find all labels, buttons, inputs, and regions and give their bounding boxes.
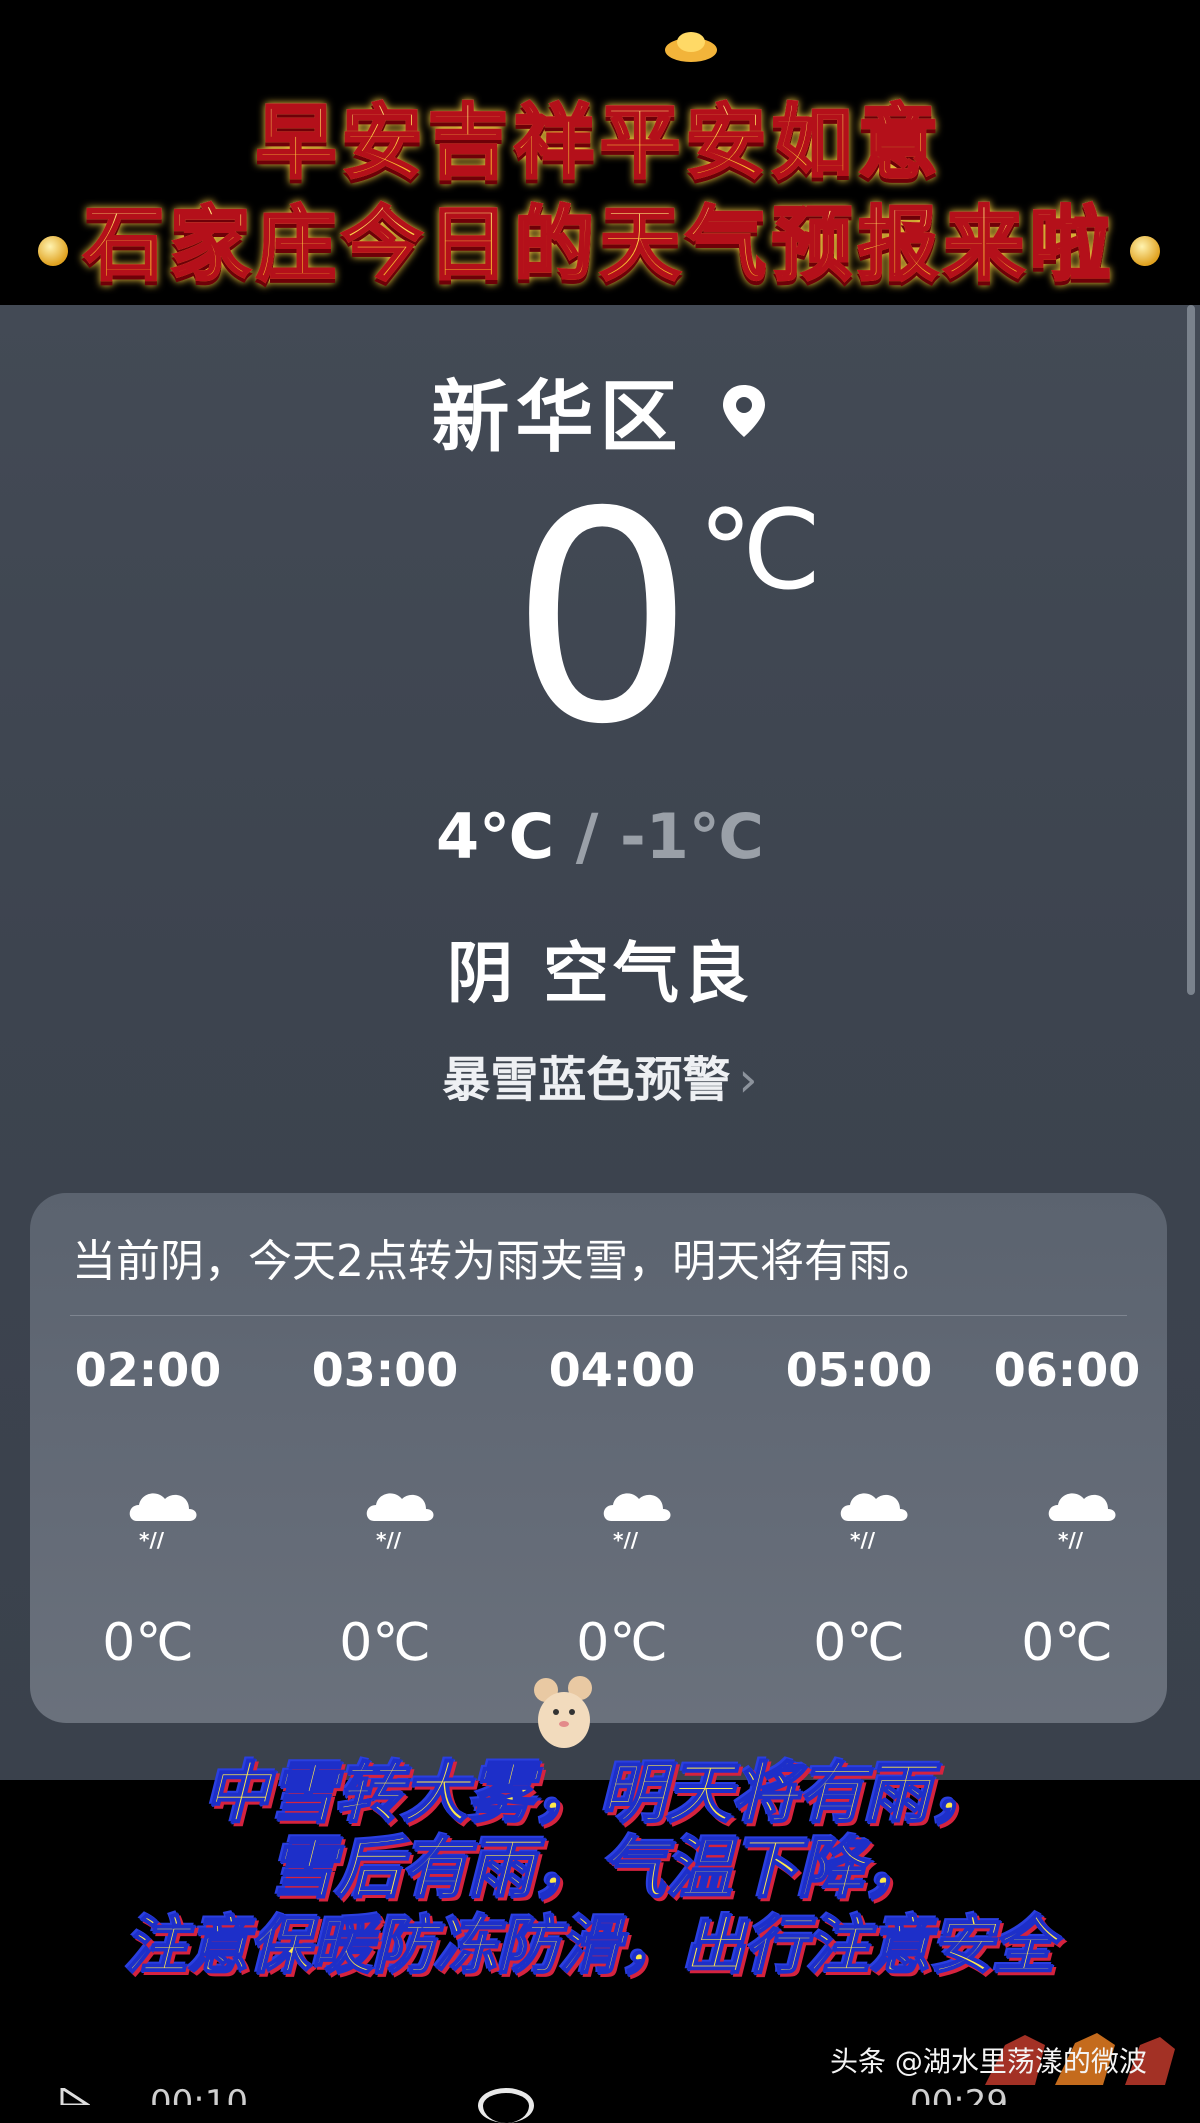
coin-decoration [38,236,68,266]
watermark: 头条 @湖水里荡漾的微波 [830,2045,1147,2078]
sleet-icon: *// [840,1493,908,1552]
play-icon[interactable] [60,2088,90,2105]
svg-text:*//: *// [1058,1528,1084,1552]
hour-time: 05:00 [785,1343,933,1397]
hour-time: 03:00 [311,1343,459,1397]
hour-temperature: 0℃ [339,1613,431,1673]
banner-title-line-2: 石家庄今日的天气预报来啦 [0,180,1200,296]
sleet-icon: *// [129,1493,197,1552]
hourly-item[interactable]: 04:00 *// 0℃ [522,1193,722,1723]
sleet-icon: *// [366,1493,434,1552]
svg-text:*//: *// [850,1528,876,1552]
temperature-range: 4℃ / -1℃ [0,800,1200,873]
low-temperature: -1℃ [620,800,764,873]
hourly-item[interactable]: 05:00 *// 0℃ [759,1193,959,1723]
sleet-icon: *// [1048,1493,1116,1552]
hourly-item[interactable]: 03:00 *// 0℃ [285,1193,485,1723]
weather-alert-link[interactable]: 暴雪蓝色预警 › [0,1040,1200,1110]
hourly-forecast-card[interactable]: 当前阴，今天2点转为雨夹雪，明天将有雨。 02:00 *// 0℃ 03:00 … [30,1193,1167,1723]
hour-temperature: 0℃ [576,1613,668,1673]
hourly-item[interactable]: 02:00 *// 0℃ [48,1193,248,1723]
alert-text: 暴雪蓝色预警 [442,1052,731,1108]
current-time: 00:10 [150,2086,248,2105]
svg-text:*//: *// [139,1528,165,1552]
progress-knob[interactable] [478,2088,534,2123]
weather-panel: 新华区 0 ℃ 4℃ / -1℃ 阴空气良 暴雪蓝色预警 › 当前阴，今天2点转为… [0,305,1200,1780]
svg-text:*//: *// [376,1528,402,1552]
hour-temperature: 0℃ [1021,1613,1113,1673]
range-separator: / [575,800,599,873]
coin-decoration [1130,236,1160,266]
condition-row: 阴空气良 [0,920,1200,1016]
banner-title-line-1: 早安吉祥平安如意 [0,78,1200,194]
total-time: 00:29 [910,2086,1008,2105]
svg-text:*//: *// [613,1528,639,1552]
current-temperature: 0 [510,451,695,788]
gold-ingot-icon [665,32,717,62]
hour-temperature: 0℃ [813,1613,905,1673]
temperature-unit: ℃ [698,486,822,614]
caption-line-3: 注意保暖防冻防滑，出行注意安全 [124,1908,1056,1983]
high-temperature: 4℃ [435,800,555,873]
hourly-item[interactable]: 06:00 *// 0℃ [967,1193,1167,1723]
hour-time: 06:00 [993,1343,1141,1397]
sleet-icon: *// [603,1493,671,1552]
location-pin-icon [722,385,765,437]
hour-time: 04:00 [548,1343,696,1397]
weather-condition: 阴 [447,935,517,1012]
location-row[interactable]: 新华区 [0,355,1200,463]
chevron-right-icon: › [738,1052,758,1108]
top-banner: 早安吉祥平安如意 石家庄今日的天气预报来啦 [0,0,1200,305]
hour-temperature: 0℃ [102,1613,194,1673]
air-quality[interactable]: 空气良 [543,935,753,1012]
hour-time: 02:00 [74,1343,222,1397]
